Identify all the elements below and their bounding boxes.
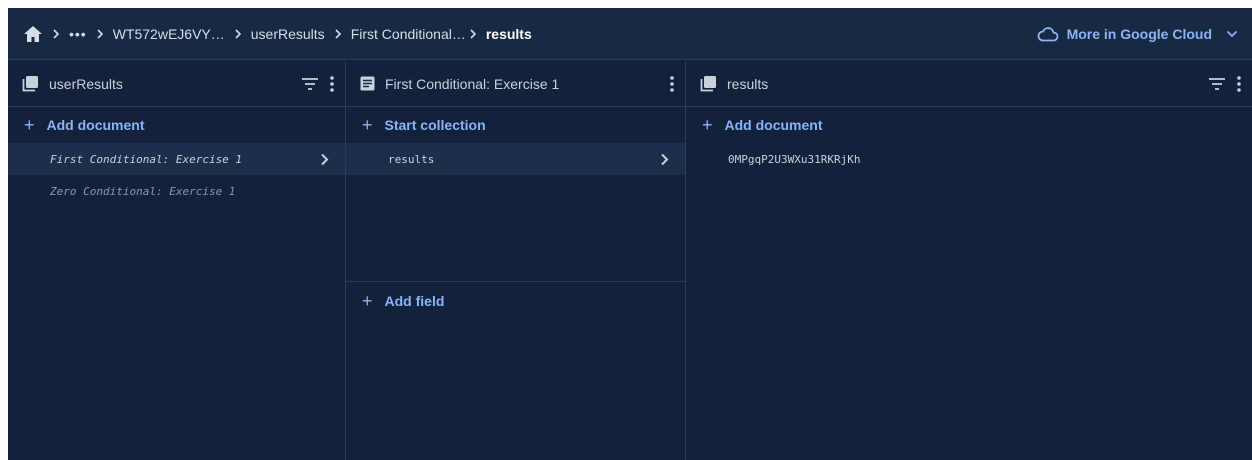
subcollection-panel-header: results [686,61,1252,107]
panels: userResults + Add document First Conditi… [8,61,1252,460]
cloud-icon [1037,26,1059,42]
collection-panel-title: userResults [49,75,123,92]
chevron-right-icon [660,153,669,166]
plus-icon: + [702,115,713,135]
plus-icon: + [362,291,373,311]
add-document-label: Add document [724,117,823,133]
breadcrumb-bar: ••• WT572wEJ6VY… userResults First Condi… [8,8,1252,60]
collection-icon [22,75,39,92]
start-collection-button[interactable]: + Start collection [346,107,685,143]
document-id: Zero Conditional: Exercise 1 [50,184,236,198]
add-field-button[interactable]: + Add field [346,283,685,319]
add-document-label: Add document [46,117,145,133]
collection-panel-header: userResults [8,61,345,107]
subcollection-panel: results + Add document 0MPgqP2U3WXu31RKR… [686,61,1252,460]
chevron-right-icon [52,28,60,39]
document-id: First Conditional: Exercise 1 [50,152,243,166]
document-icon [360,76,375,91]
document-list-item[interactable]: First Conditional: Exercise 1 [8,143,345,175]
document-panel: First Conditional: Exercise 1 + Start co… [346,61,686,460]
subcollection-panel-title: results [727,75,769,92]
chevron-right-icon [334,28,342,39]
breadcrumb: ••• WT572wEJ6VY… userResults First Condi… [8,8,532,59]
document-list-item[interactable]: 0MPgqP2U3WXu31RKRjKh [686,143,1252,175]
chevron-right-icon [96,28,104,39]
subcollection-list-item[interactable]: results [346,143,685,175]
plus-icon: + [24,115,35,135]
more-vert-icon[interactable] [1236,75,1242,93]
add-document-button[interactable]: + Add document [686,107,1252,143]
start-collection-label: Start collection [384,117,486,133]
more-vert-icon[interactable] [329,75,335,93]
document-panel-title: First Conditional: Exercise 1 [385,75,560,92]
breadcrumb-item-current: results [485,25,532,42]
filter-icon[interactable] [301,77,319,91]
chevron-right-icon [469,28,477,39]
document-id: 0MPgqP2U3WXu31RKRjKh [728,152,861,166]
more-in-google-cloud-label: More in Google Cloud [1066,26,1212,42]
subcollection-id: results [388,152,435,166]
firestore-data-viewer: ••• WT572wEJ6VY… userResults First Condi… [8,8,1252,460]
more-in-google-cloud-button[interactable]: More in Google Cloud [1037,21,1238,47]
document-panel-header: First Conditional: Exercise 1 [346,61,685,107]
filter-icon[interactable] [1208,77,1226,91]
breadcrumb-item-document[interactable]: WT572wEJ6VY… [113,26,225,42]
collection-icon [700,75,717,92]
chevron-right-icon [234,28,242,39]
add-field-label: Add field [384,293,445,309]
more-vert-icon[interactable] [669,75,675,93]
chevron-down-icon [1226,30,1238,38]
fields-divider [346,281,685,282]
breadcrumb-item-collection[interactable]: userResults [251,26,325,42]
home-icon[interactable] [23,25,43,43]
breadcrumb-ellipsis[interactable]: ••• [69,26,87,42]
add-document-button[interactable]: + Add document [8,107,345,143]
collection-panel: userResults + Add document First Conditi… [8,61,346,460]
plus-icon: + [362,115,373,135]
breadcrumb-item-subdocument[interactable]: First Conditional… [351,26,466,42]
document-list-item[interactable]: Zero Conditional: Exercise 1 [8,175,345,207]
chevron-right-icon [320,153,329,166]
